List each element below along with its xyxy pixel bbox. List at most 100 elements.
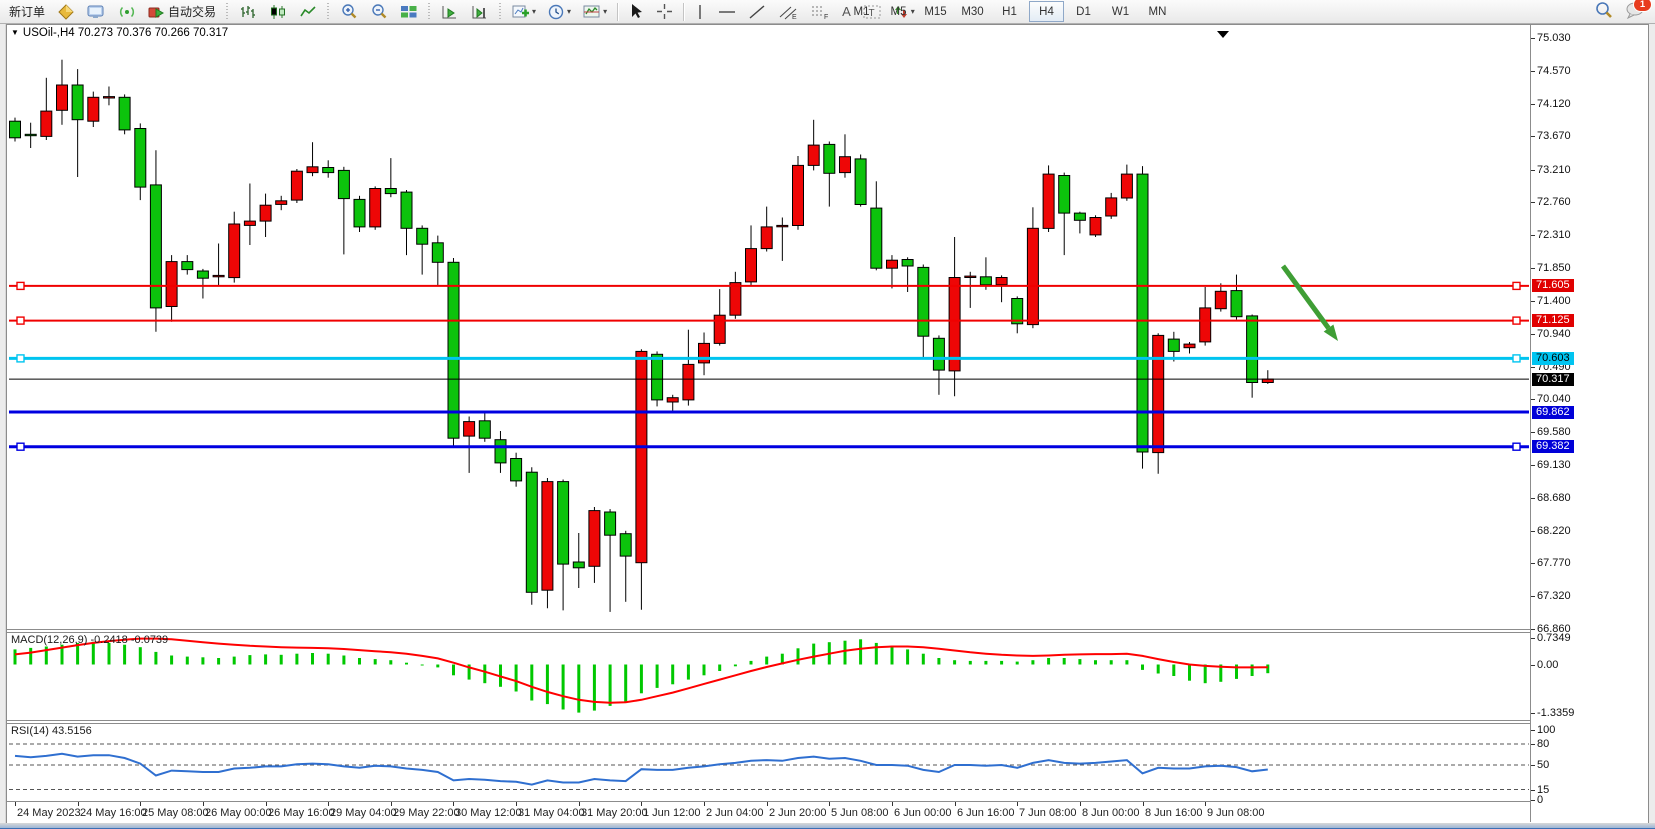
signal-icon[interactable] bbox=[113, 1, 141, 23]
macd-bar bbox=[14, 649, 17, 664]
candle-body bbox=[1027, 228, 1038, 324]
cursor-icon[interactable] bbox=[623, 1, 649, 23]
zoom-out-icon[interactable] bbox=[365, 1, 393, 23]
hline-handle[interactable] bbox=[1513, 317, 1520, 324]
candle-body bbox=[1262, 379, 1273, 382]
hline-71.125[interactable] bbox=[9, 317, 1529, 324]
candle-body bbox=[965, 276, 976, 277]
time-axis-label: 7 Jun 08:00 bbox=[1019, 807, 1077, 819]
price-badge: 70.317 bbox=[1532, 373, 1574, 386]
gold-cube-icon[interactable] bbox=[52, 1, 80, 23]
hline-handle[interactable] bbox=[17, 355, 24, 362]
timeframe-M5[interactable]: M5 bbox=[881, 1, 916, 22]
macd-bar bbox=[765, 657, 768, 665]
macd-bar bbox=[108, 643, 111, 665]
time-axis[interactable]: 24 May 202324 May 16:0025 May 08:0026 Ma… bbox=[9, 802, 1530, 822]
candle-body bbox=[276, 201, 287, 205]
candle-body bbox=[996, 278, 1007, 285]
timeframe-H4[interactable]: H4 bbox=[1029, 1, 1064, 22]
zoom-in-icon[interactable] bbox=[335, 1, 363, 23]
chart-shift-icon[interactable] bbox=[436, 1, 464, 23]
chat-icon[interactable]: 1 bbox=[1625, 1, 1645, 22]
autotrade-button[interactable]: 自动交易 bbox=[143, 1, 221, 23]
candle-body bbox=[1200, 308, 1211, 342]
candle-body bbox=[636, 351, 647, 562]
candle-body bbox=[918, 267, 929, 336]
trendline-icon[interactable] bbox=[743, 1, 771, 23]
chart-autoscroll-icon[interactable] bbox=[466, 1, 494, 23]
candle-body bbox=[1074, 213, 1085, 220]
macd-bar bbox=[233, 657, 236, 665]
candle-body bbox=[980, 277, 991, 285]
macd-main-value: -0.2418 bbox=[90, 634, 127, 646]
chart-shift-marker[interactable] bbox=[1217, 31, 1229, 38]
timeframe-M30[interactable]: M30 bbox=[955, 1, 990, 22]
time-axis-label: 1 Jun 12:00 bbox=[643, 807, 701, 819]
macd-axis-label: -1.3359 bbox=[1537, 707, 1574, 719]
macd-bar bbox=[405, 663, 408, 665]
candle-body bbox=[855, 159, 866, 205]
hline-handle[interactable] bbox=[17, 443, 24, 450]
macd-bar bbox=[859, 639, 862, 664]
tile-windows-icon[interactable] bbox=[395, 1, 423, 23]
candle-body bbox=[104, 97, 115, 98]
channel-icon[interactable]: E bbox=[773, 1, 803, 23]
candle-body bbox=[260, 205, 271, 221]
hline-handle[interactable] bbox=[1513, 443, 1520, 450]
bar-chart-icon[interactable] bbox=[234, 1, 262, 23]
candle-body bbox=[824, 144, 835, 173]
hline-handle[interactable] bbox=[17, 282, 24, 289]
macd-bar bbox=[1110, 660, 1113, 664]
rsi-value: 43.5156 bbox=[52, 725, 92, 737]
macd-bar bbox=[1204, 665, 1207, 684]
period-clock-icon[interactable]: ▾ bbox=[543, 1, 576, 23]
candle-body bbox=[1215, 291, 1226, 308]
hline-70.603[interactable] bbox=[9, 355, 1529, 362]
candle-body bbox=[761, 227, 772, 249]
template-icon[interactable]: ▾ bbox=[578, 1, 612, 23]
one-click-toggle-icon[interactable]: ▼ bbox=[11, 28, 19, 37]
autotrade-label: 自动交易 bbox=[168, 3, 216, 20]
toolbar-separator bbox=[617, 3, 618, 21]
macd-bar bbox=[875, 643, 878, 665]
timeframe-W1[interactable]: W1 bbox=[1103, 1, 1138, 22]
macd-bar bbox=[280, 655, 283, 665]
trend-arrow[interactable] bbox=[1283, 266, 1338, 341]
crosshair-icon[interactable] bbox=[651, 1, 678, 23]
candle-body bbox=[432, 243, 443, 262]
macd-bar bbox=[186, 657, 189, 665]
hline-icon[interactable] bbox=[713, 1, 741, 23]
candle-body bbox=[182, 262, 193, 270]
macd-bar bbox=[593, 665, 596, 711]
search-icon[interactable] bbox=[1595, 1, 1613, 22]
candle-chart-icon[interactable] bbox=[264, 1, 292, 23]
hline-handle[interactable] bbox=[1513, 282, 1520, 289]
toolbar-grip bbox=[326, 3, 331, 21]
toolbar-grip bbox=[427, 3, 432, 21]
time-axis-label: 30 May 12:00 bbox=[455, 807, 522, 819]
rsi-axis-label: 0 bbox=[1537, 794, 1543, 806]
candle-body bbox=[871, 208, 882, 268]
timeframe-M1[interactable]: M1 bbox=[844, 1, 879, 22]
timeframe-M15[interactable]: M15 bbox=[918, 1, 953, 22]
line-chart-icon[interactable] bbox=[294, 1, 322, 23]
macd-bar bbox=[734, 665, 737, 667]
macd-bar bbox=[154, 652, 157, 665]
timeframe-MN[interactable]: MN bbox=[1140, 1, 1175, 22]
macd-bar bbox=[609, 665, 612, 706]
terminal-icon[interactable] bbox=[82, 1, 111, 23]
new-order-button[interactable]: 新订单 bbox=[4, 1, 50, 23]
timeframe-D1[interactable]: D1 bbox=[1066, 1, 1101, 22]
vline-icon[interactable] bbox=[689, 1, 711, 23]
candle-body bbox=[714, 315, 725, 343]
hline-69.382[interactable] bbox=[9, 443, 1529, 450]
candle-body bbox=[526, 472, 537, 592]
main-toolbar: 新订单 自动交易 ▾ ▾ bbox=[0, 0, 1655, 24]
fibonacci-icon[interactable]: F bbox=[805, 1, 835, 23]
hline-handle[interactable] bbox=[1513, 355, 1520, 362]
timeframe-H1[interactable]: H1 bbox=[992, 1, 1027, 22]
hline-handle[interactable] bbox=[17, 317, 24, 324]
new-chart-icon[interactable]: ▾ bbox=[507, 1, 541, 23]
toolbar-grip bbox=[225, 3, 230, 21]
price-axis[interactable]: 75.03074.57074.12073.67073.21072.76072.3… bbox=[1531, 25, 1646, 822]
